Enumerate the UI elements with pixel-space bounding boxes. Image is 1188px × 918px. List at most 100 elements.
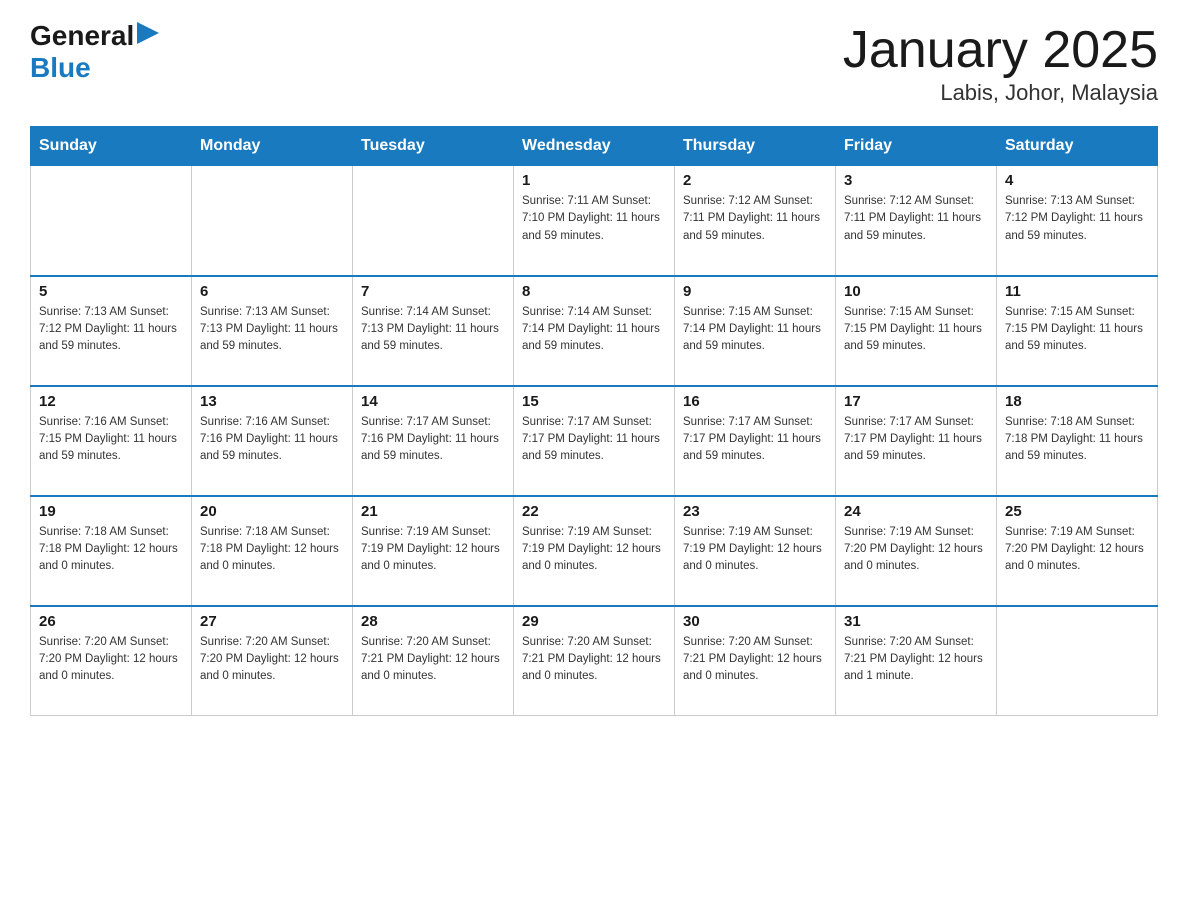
table-row: 22 Sunrise: 7:19 AM Sunset: 7:19 PM Dayli… bbox=[514, 496, 675, 606]
table-row: 3 Sunrise: 7:12 AM Sunset: 7:11 PM Daylig… bbox=[836, 166, 997, 276]
day-info: Sunrise: 7:17 AM Sunset: 7:17 PM Dayligh… bbox=[522, 414, 666, 466]
table-row: 23 Sunrise: 7:19 AM Sunset: 7:19 PM Dayli… bbox=[675, 496, 836, 606]
day-info: Sunrise: 7:13 AM Sunset: 7:12 PM Dayligh… bbox=[1005, 193, 1149, 245]
table-row bbox=[31, 166, 192, 276]
day-number: 28 bbox=[361, 613, 505, 630]
day-info: Sunrise: 7:19 AM Sunset: 7:19 PM Dayligh… bbox=[683, 524, 827, 576]
day-number: 26 bbox=[39, 613, 183, 630]
table-row bbox=[997, 606, 1158, 716]
day-info: Sunrise: 7:17 AM Sunset: 7:16 PM Dayligh… bbox=[361, 414, 505, 466]
day-info: Sunrise: 7:13 AM Sunset: 7:13 PM Dayligh… bbox=[200, 304, 344, 356]
table-row: 5Sunrise: 7:13 AM Sunset: 7:12 PM Daylig… bbox=[31, 276, 192, 386]
logo-arrow-icon bbox=[137, 22, 159, 44]
day-number: 25 bbox=[1005, 503, 1149, 520]
calendar-week-row: 19 Sunrise: 7:18 AM Sunset: 7:18 PM Dayli… bbox=[31, 496, 1158, 606]
table-row bbox=[192, 166, 353, 276]
day-info: Sunrise: 7:17 AM Sunset: 7:17 PM Dayligh… bbox=[683, 414, 827, 466]
header-saturday: Saturday bbox=[997, 127, 1158, 166]
day-number: 19 bbox=[39, 503, 183, 520]
calendar-week-row: 1 Sunrise: 7:11 AM Sunset: 7:10 PM Daylig… bbox=[31, 166, 1158, 276]
table-row: 18Sunrise: 7:18 AM Sunset: 7:18 PM Dayli… bbox=[997, 386, 1158, 496]
day-number: 2 bbox=[683, 172, 827, 189]
day-number: 13 bbox=[200, 393, 344, 410]
table-row: 12Sunrise: 7:16 AM Sunset: 7:15 PM Dayli… bbox=[31, 386, 192, 496]
table-row: 20 Sunrise: 7:18 AM Sunset: 7:18 PM Dayli… bbox=[192, 496, 353, 606]
day-number: 30 bbox=[683, 613, 827, 630]
day-number: 18 bbox=[1005, 393, 1149, 410]
calendar-week-row: 26 Sunrise: 7:20 AM Sunset: 7:20 PM Dayli… bbox=[31, 606, 1158, 716]
day-info: Sunrise: 7:20 AM Sunset: 7:21 PM Dayligh… bbox=[522, 634, 666, 686]
table-row: 27 Sunrise: 7:20 AM Sunset: 7:20 PM Dayli… bbox=[192, 606, 353, 716]
calendar-subtitle: Labis, Johor, Malaysia bbox=[843, 80, 1158, 106]
calendar-table: Sunday Monday Tuesday Wednesday Thursday… bbox=[30, 126, 1158, 716]
day-info: Sunrise: 7:11 AM Sunset: 7:10 PM Dayligh… bbox=[522, 193, 666, 245]
day-number: 14 bbox=[361, 393, 505, 410]
day-info: Sunrise: 7:12 AM Sunset: 7:11 PM Dayligh… bbox=[844, 193, 988, 245]
table-row: 4 Sunrise: 7:13 AM Sunset: 7:12 PM Daylig… bbox=[997, 166, 1158, 276]
day-info: Sunrise: 7:19 AM Sunset: 7:20 PM Dayligh… bbox=[1005, 524, 1149, 576]
day-number: 22 bbox=[522, 503, 666, 520]
day-number: 9 bbox=[683, 283, 827, 300]
table-row: 28 Sunrise: 7:20 AM Sunset: 7:21 PM Dayli… bbox=[353, 606, 514, 716]
table-row: 29 Sunrise: 7:20 AM Sunset: 7:21 PM Dayli… bbox=[514, 606, 675, 716]
table-row: 19 Sunrise: 7:18 AM Sunset: 7:18 PM Dayli… bbox=[31, 496, 192, 606]
day-info: Sunrise: 7:12 AM Sunset: 7:11 PM Dayligh… bbox=[683, 193, 827, 245]
table-row: 24 Sunrise: 7:19 AM Sunset: 7:20 PM Dayli… bbox=[836, 496, 997, 606]
table-row: 6 Sunrise: 7:13 AM Sunset: 7:13 PM Daylig… bbox=[192, 276, 353, 386]
day-number: 10 bbox=[844, 283, 988, 300]
header-thursday: Thursday bbox=[675, 127, 836, 166]
day-number: 1 bbox=[522, 172, 666, 189]
table-row: 8 Sunrise: 7:14 AM Sunset: 7:14 PM Daylig… bbox=[514, 276, 675, 386]
day-number: 7 bbox=[361, 283, 505, 300]
day-number: 4 bbox=[1005, 172, 1149, 189]
day-number: 29 bbox=[522, 613, 666, 630]
header-monday: Monday bbox=[192, 127, 353, 166]
calendar-week-row: 12Sunrise: 7:16 AM Sunset: 7:15 PM Dayli… bbox=[31, 386, 1158, 496]
day-info: Sunrise: 7:18 AM Sunset: 7:18 PM Dayligh… bbox=[39, 524, 183, 576]
table-row: 11 Sunrise: 7:15 AM Sunset: 7:15 PM Dayli… bbox=[997, 276, 1158, 386]
day-info: Sunrise: 7:17 AM Sunset: 7:17 PM Dayligh… bbox=[844, 414, 988, 466]
day-number: 20 bbox=[200, 503, 344, 520]
day-info: Sunrise: 7:18 AM Sunset: 7:18 PM Dayligh… bbox=[200, 524, 344, 576]
day-info: Sunrise: 7:15 AM Sunset: 7:15 PM Dayligh… bbox=[1005, 304, 1149, 356]
table-row: 25 Sunrise: 7:19 AM Sunset: 7:20 PM Dayli… bbox=[997, 496, 1158, 606]
day-number: 23 bbox=[683, 503, 827, 520]
day-number: 24 bbox=[844, 503, 988, 520]
day-info: Sunrise: 7:19 AM Sunset: 7:19 PM Dayligh… bbox=[522, 524, 666, 576]
day-number: 17 bbox=[844, 393, 988, 410]
day-info: Sunrise: 7:20 AM Sunset: 7:21 PM Dayligh… bbox=[844, 634, 988, 686]
logo-blue-text: Blue bbox=[30, 52, 91, 83]
table-row: 31Sunrise: 7:20 AM Sunset: 7:21 PM Dayli… bbox=[836, 606, 997, 716]
table-row: 17 Sunrise: 7:17 AM Sunset: 7:17 PM Dayli… bbox=[836, 386, 997, 496]
day-info: Sunrise: 7:13 AM Sunset: 7:12 PM Dayligh… bbox=[39, 304, 183, 356]
day-info: Sunrise: 7:20 AM Sunset: 7:21 PM Dayligh… bbox=[361, 634, 505, 686]
day-number: 15 bbox=[522, 393, 666, 410]
table-row: 7 Sunrise: 7:14 AM Sunset: 7:13 PM Daylig… bbox=[353, 276, 514, 386]
day-info: Sunrise: 7:19 AM Sunset: 7:20 PM Dayligh… bbox=[844, 524, 988, 576]
day-number: 11 bbox=[1005, 283, 1149, 300]
day-number: 27 bbox=[200, 613, 344, 630]
day-info: Sunrise: 7:20 AM Sunset: 7:20 PM Dayligh… bbox=[39, 634, 183, 686]
day-number: 8 bbox=[522, 283, 666, 300]
title-block: January 2025 Labis, Johor, Malaysia bbox=[843, 20, 1158, 106]
day-number: 16 bbox=[683, 393, 827, 410]
day-info: Sunrise: 7:16 AM Sunset: 7:16 PM Dayligh… bbox=[200, 414, 344, 466]
calendar-header-row: Sunday Monday Tuesday Wednesday Thursday… bbox=[31, 127, 1158, 166]
day-info: Sunrise: 7:20 AM Sunset: 7:20 PM Dayligh… bbox=[200, 634, 344, 686]
day-info: Sunrise: 7:14 AM Sunset: 7:14 PM Dayligh… bbox=[522, 304, 666, 356]
day-number: 12 bbox=[39, 393, 183, 410]
table-row: 15 Sunrise: 7:17 AM Sunset: 7:17 PM Dayli… bbox=[514, 386, 675, 496]
header-sunday: Sunday bbox=[31, 127, 192, 166]
day-number: 3 bbox=[844, 172, 988, 189]
table-row: 26 Sunrise: 7:20 AM Sunset: 7:20 PM Dayli… bbox=[31, 606, 192, 716]
day-number: 21 bbox=[361, 503, 505, 520]
table-row: 10Sunrise: 7:15 AM Sunset: 7:15 PM Dayli… bbox=[836, 276, 997, 386]
day-info: Sunrise: 7:14 AM Sunset: 7:13 PM Dayligh… bbox=[361, 304, 505, 356]
calendar-title: January 2025 bbox=[843, 20, 1158, 80]
table-row: 14 Sunrise: 7:17 AM Sunset: 7:16 PM Dayli… bbox=[353, 386, 514, 496]
day-info: Sunrise: 7:20 AM Sunset: 7:21 PM Dayligh… bbox=[683, 634, 827, 686]
table-row: 1 Sunrise: 7:11 AM Sunset: 7:10 PM Daylig… bbox=[514, 166, 675, 276]
day-number: 6 bbox=[200, 283, 344, 300]
day-info: Sunrise: 7:15 AM Sunset: 7:14 PM Dayligh… bbox=[683, 304, 827, 356]
calendar-week-row: 5Sunrise: 7:13 AM Sunset: 7:12 PM Daylig… bbox=[31, 276, 1158, 386]
